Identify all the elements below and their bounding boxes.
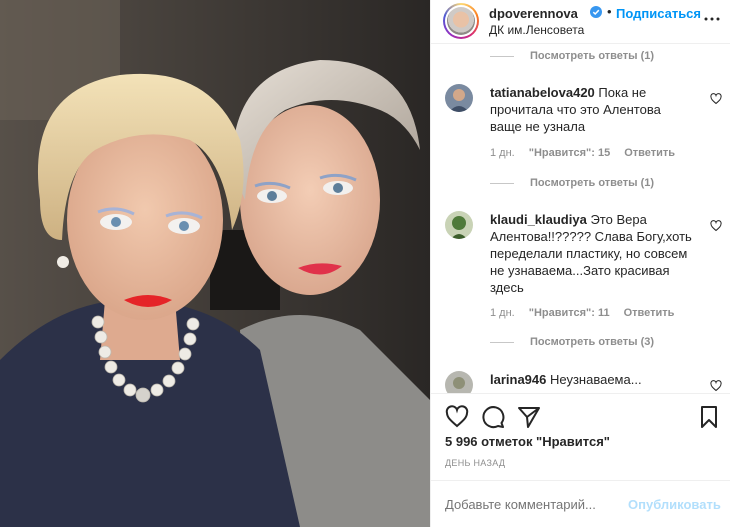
post-location[interactable]: ДК им.Ленсовета xyxy=(489,23,584,37)
view-replies-button[interactable]: Посмотреть ответы (1) xyxy=(490,177,654,189)
view-replies-label: Посмотреть ответы (3) xyxy=(530,336,655,348)
commenter-username[interactable]: larina946 xyxy=(490,372,546,387)
comment-meta: 1 дн. "Нравится": 15 Ответить xyxy=(490,147,689,159)
comment-likes[interactable]: "Нравится": 11 xyxy=(529,307,610,319)
reply-button[interactable]: Ответить xyxy=(624,307,675,319)
comment-likes[interactable]: "Нравится": 15 xyxy=(529,147,610,159)
reply-button[interactable]: Ответить xyxy=(624,147,675,159)
view-replies-button[interactable]: Посмотреть ответы (3) xyxy=(490,336,654,348)
comment-time[interactable]: 1 дн. xyxy=(490,147,515,159)
comment-body: Неузнаваема... xyxy=(550,372,642,387)
author-username[interactable]: dpoverennova xyxy=(489,6,578,21)
comment-meta: 1 дн. "Нравится": 11 Ответить xyxy=(490,307,688,319)
post-header: dpoverennova • Подписаться ДК им.Ленсове… xyxy=(431,0,730,44)
post-timestamp[interactable]: ДЕНЬ НАЗАД xyxy=(445,458,505,468)
publish-button[interactable]: Опубликовать xyxy=(628,497,721,512)
add-comment-bar: Опубликовать xyxy=(431,480,730,527)
replies-divider xyxy=(490,182,514,184)
likes-count[interactable]: 5 996 отметок "Нравится" xyxy=(445,434,610,449)
like-comment-heart-icon[interactable] xyxy=(710,220,722,232)
comment-bubble-icon[interactable] xyxy=(481,405,505,429)
replies-divider xyxy=(490,341,514,343)
like-comment-heart-icon[interactable] xyxy=(710,93,722,105)
save-bookmark-icon[interactable] xyxy=(697,405,721,429)
view-replies-button[interactable]: Посмотреть ответы (1) xyxy=(490,50,654,62)
view-replies-label: Посмотреть ответы (1) xyxy=(530,50,655,62)
like-comment-heart-icon[interactable] xyxy=(710,380,722,392)
author-avatar[interactable] xyxy=(443,3,479,39)
verified-badge-icon xyxy=(590,6,602,18)
post-side-panel: dpoverennova • Подписаться ДК им.Ленсове… xyxy=(430,0,730,527)
comment-text: tatianabelova420 Пока не прочитала что э… xyxy=(490,84,695,135)
comment-input[interactable] xyxy=(445,497,615,512)
follow-button[interactable]: Подписаться xyxy=(616,6,701,21)
view-replies-label: Посмотреть ответы (1) xyxy=(530,177,655,189)
comment-text: klaudi_klaudiya Это Вера Алентова!!?????… xyxy=(490,211,695,296)
like-heart-icon[interactable] xyxy=(445,405,469,429)
commenter-username[interactable]: tatianabelova420 xyxy=(490,85,595,100)
more-options-icon[interactable] xyxy=(703,10,721,28)
commenter-avatar[interactable] xyxy=(445,211,473,239)
share-paper-plane-icon[interactable] xyxy=(517,405,541,429)
comment-time[interactable]: 1 дн. xyxy=(490,307,515,319)
commenter-username[interactable]: klaudi_klaudiya xyxy=(490,212,587,227)
replies-divider xyxy=(490,55,514,57)
comments-list[interactable]: Посмотреть ответы (1) tatianabelova420 П… xyxy=(431,44,730,393)
comment-text: larina946 Неузнаваема... xyxy=(490,371,695,388)
post-actions: 5 996 отметок "Нравится" ДЕНЬ НАЗАД Опуб… xyxy=(431,393,730,527)
commenter-avatar[interactable] xyxy=(445,371,473,393)
photo-illustration xyxy=(0,0,430,527)
separator-dot: • xyxy=(607,4,612,19)
commenter-avatar[interactable] xyxy=(445,84,473,112)
post-photo[interactable] xyxy=(0,0,430,527)
